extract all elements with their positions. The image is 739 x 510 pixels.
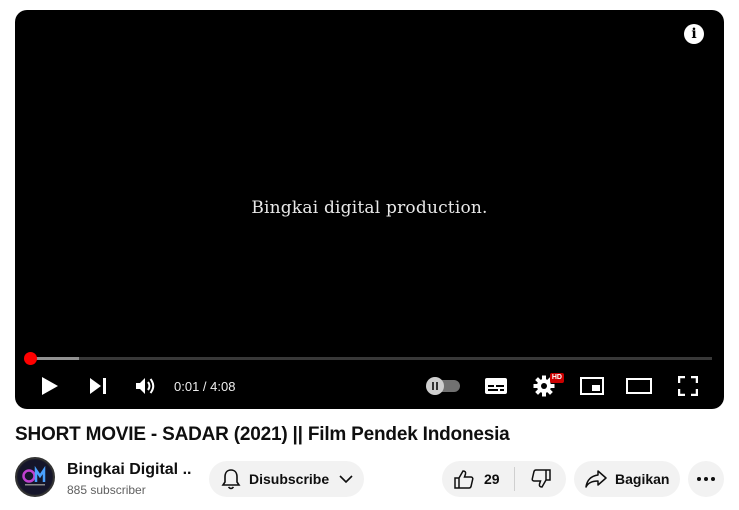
info-icon[interactable]: i bbox=[684, 24, 704, 44]
dislike-button[interactable] bbox=[515, 461, 566, 497]
fullscreen-icon bbox=[678, 376, 698, 396]
next-icon bbox=[90, 378, 106, 394]
like-button[interactable]: 29 bbox=[442, 461, 514, 497]
time-separator: / bbox=[199, 378, 211, 394]
progress-scrubber[interactable] bbox=[23, 352, 37, 365]
theater-mode-icon bbox=[626, 378, 652, 394]
bell-icon bbox=[221, 469, 241, 490]
next-button[interactable] bbox=[83, 368, 113, 404]
autoplay-toggle-icon bbox=[426, 377, 460, 395]
pause-icon bbox=[426, 377, 444, 395]
like-count: 29 bbox=[484, 471, 500, 487]
autoplay-toggle[interactable] bbox=[426, 368, 461, 404]
channel-name[interactable]: Bingkai Digital ... bbox=[67, 461, 191, 479]
chevron-down-icon bbox=[339, 475, 353, 483]
settings-button[interactable]: HD bbox=[531, 368, 564, 404]
thumbs-down-icon bbox=[530, 469, 551, 488]
play-button[interactable] bbox=[35, 368, 65, 404]
channel-logo bbox=[18, 460, 52, 494]
subscribe-label: Disubscribe bbox=[249, 471, 330, 487]
share-label: Bagikan bbox=[615, 471, 670, 487]
hd-badge: HD bbox=[549, 373, 564, 383]
player-controls: 0:01 / 4:08 HD bbox=[15, 368, 724, 404]
video-player[interactable]: i Bingkai digital production. 0:01 / 4:0… bbox=[15, 10, 724, 409]
thumbs-up-icon bbox=[454, 470, 474, 489]
share-icon bbox=[585, 470, 607, 488]
subscribe-button[interactable]: Disubscribe bbox=[209, 461, 364, 497]
video-title: SHORT MOVIE - SADAR (2021) || Film Pende… bbox=[15, 424, 510, 445]
video-frame-text: Bingkai digital production. bbox=[251, 198, 488, 218]
volume-icon bbox=[136, 378, 155, 394]
more-actions-button[interactable] bbox=[688, 461, 724, 497]
share-button[interactable]: Bagikan bbox=[574, 461, 680, 497]
subtitles-button[interactable] bbox=[483, 368, 509, 404]
subtitles-icon bbox=[485, 378, 507, 394]
time-total: 4:08 bbox=[210, 378, 236, 394]
theater-mode-button[interactable] bbox=[625, 368, 653, 404]
like-dislike-group: 29 bbox=[442, 461, 566, 497]
more-horizontal-icon bbox=[697, 477, 715, 481]
time-display: 0:01 / 4:08 bbox=[174, 368, 235, 404]
progress-bar[interactable] bbox=[23, 352, 712, 365]
subscriber-count: 885 subscriber bbox=[67, 483, 146, 497]
miniplayer-icon bbox=[580, 377, 604, 395]
avatar[interactable] bbox=[15, 457, 55, 497]
volume-button[interactable] bbox=[131, 368, 161, 404]
fullscreen-button[interactable] bbox=[675, 368, 701, 404]
play-icon bbox=[42, 377, 58, 395]
miniplayer-button[interactable] bbox=[579, 368, 605, 404]
time-current: 0:01 bbox=[174, 378, 200, 394]
